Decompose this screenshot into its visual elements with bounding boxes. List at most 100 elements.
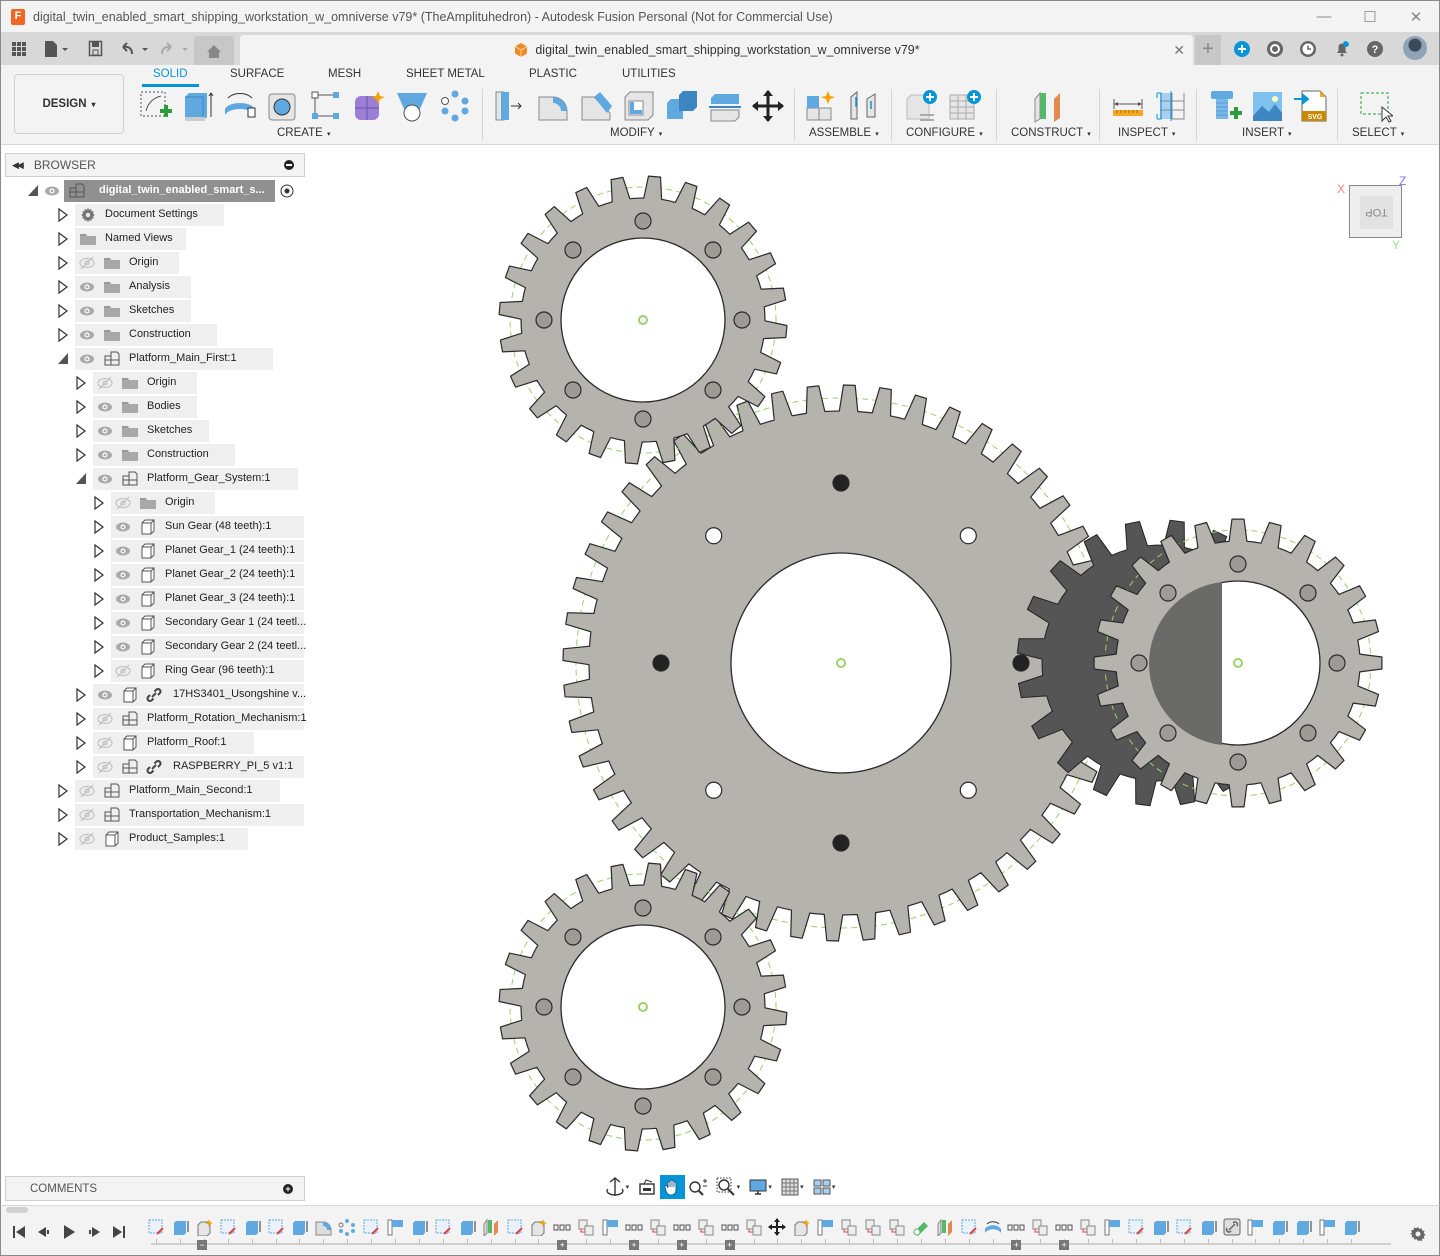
timeline-extrude-icon[interactable]: [1199, 1218, 1217, 1236]
hidden-eye-icon[interactable]: [79, 256, 95, 270]
visibility-eye-icon[interactable]: [115, 568, 131, 582]
hidden-eye-icon[interactable]: [97, 736, 113, 750]
viewports-button[interactable]: ▾: [808, 1175, 840, 1199]
insert-canvas-icon[interactable]: [1251, 89, 1285, 123]
combine-icon[interactable]: [665, 89, 699, 123]
visibility-eye-icon[interactable]: [97, 472, 113, 486]
browser-item[interactable]: Platform_Rotation_Mechanism:1: [0, 708, 310, 730]
timeline-flag-icon[interactable]: [386, 1218, 404, 1236]
activate-component-radio-icon[interactable]: [278, 183, 296, 199]
fillet-icon[interactable]: [536, 89, 570, 123]
timeline-extrude-icon[interactable]: [243, 1218, 261, 1236]
timeline-flag-icon[interactable]: [1246, 1218, 1264, 1236]
collapsed-triangle-icon[interactable]: [93, 564, 105, 586]
collapsed-triangle-icon[interactable]: [57, 300, 69, 322]
timeline-sketch-icon[interactable]: [147, 1218, 165, 1236]
browser-item[interactable]: Document Settings: [0, 204, 310, 226]
file-menu-icon[interactable]: [43, 39, 71, 59]
collapsed-triangle-icon[interactable]: [75, 708, 87, 730]
timeline-plane-icon[interactable]: [936, 1218, 954, 1236]
browser-item[interactable]: Planet Gear_2 (24 teeth):1: [0, 564, 310, 586]
collapsed-triangle-icon[interactable]: [75, 420, 87, 442]
notifications-bell-icon[interactable]: [1333, 40, 1351, 58]
collapsed-triangle-icon[interactable]: [93, 636, 105, 658]
measure-icon[interactable]: [1111, 89, 1145, 123]
hidden-eye-icon[interactable]: [79, 808, 95, 822]
inspect-menu[interactable]: INSPECT ▾: [1118, 127, 1175, 139]
visibility-eye-icon[interactable]: [97, 424, 113, 438]
timeline-component-op-icon[interactable]: [697, 1218, 715, 1236]
browser-item[interactable]: Platform_Main_First:1: [0, 348, 310, 370]
browser-item[interactable]: Construction: [0, 444, 310, 466]
timeline-flag-icon[interactable]: [1103, 1218, 1121, 1236]
window-select-icon[interactable]: [1359, 89, 1393, 123]
timeline-component-op-icon[interactable]: [577, 1218, 595, 1236]
browser-item[interactable]: Origin: [0, 492, 310, 514]
collapsed-triangle-icon[interactable]: [57, 204, 69, 226]
collapsed-triangle-icon[interactable]: [93, 540, 105, 562]
hidden-eye-icon[interactable]: [115, 664, 131, 678]
orbit-button[interactable]: ▾: [600, 1175, 634, 1199]
redo-icon[interactable]: [159, 39, 191, 59]
collapsed-triangle-icon[interactable]: [75, 684, 87, 706]
comments-panel[interactable]: COMMENTS +: [5, 1176, 305, 1201]
timeline-extrude-icon[interactable]: [290, 1218, 308, 1236]
select-menu[interactable]: SELECT ▾: [1352, 127, 1404, 139]
insert-mcmaster-icon[interactable]: [1209, 89, 1243, 123]
help-icon[interactable]: ?: [1366, 40, 1384, 58]
clock-icon[interactable]: [1299, 40, 1317, 58]
timeline-sketch-icon[interactable]: [506, 1218, 524, 1236]
create-form-icon[interactable]: [352, 89, 386, 123]
hidden-eye-icon[interactable]: [97, 760, 113, 774]
configure-menu[interactable]: CONFIGURE ▾: [906, 127, 983, 139]
timeline-flag-icon[interactable]: [1318, 1218, 1336, 1236]
create-menu[interactable]: CREATE ▾: [277, 127, 331, 139]
offset-plane-icon[interactable]: [1032, 89, 1066, 123]
timeline-settings-gear-icon[interactable]: [1410, 1226, 1426, 1242]
browser-item[interactable]: Sketches: [0, 420, 310, 442]
tab-plastic[interactable]: PLASTIC: [529, 68, 577, 80]
timeline-flag-icon[interactable]: [601, 1218, 619, 1236]
visibility-eye-icon[interactable]: [115, 592, 131, 606]
revolve-icon[interactable]: [223, 89, 257, 123]
design-viewport[interactable]: [310, 147, 1438, 1172]
browser-item[interactable]: 17HS3401_Usongshine v...: [0, 684, 310, 706]
browser-item[interactable]: Platform_Gear_System:1: [0, 468, 310, 490]
tab-surface[interactable]: SURFACE: [230, 68, 284, 80]
timeline-extrude-icon[interactable]: [410, 1218, 428, 1236]
timeline-group-expand-button[interactable]: +: [1011, 1240, 1022, 1250]
collapsed-triangle-icon[interactable]: [57, 804, 69, 826]
assemble-menu[interactable]: ASSEMBLE ▾: [809, 127, 879, 139]
grid-snaps-button[interactable]: ▾: [777, 1175, 809, 1199]
insert-svg-icon[interactable]: SVG: [1294, 89, 1328, 123]
timeline-extrude-icon[interactable]: [1342, 1218, 1360, 1236]
add-comment-icon[interactable]: +: [283, 1184, 293, 1194]
timeline-group-collapse-button[interactable]: −: [197, 1240, 207, 1250]
insert-menu[interactable]: INSERT ▾: [1242, 127, 1291, 139]
timeline-component-op-icon[interactable]: [649, 1218, 667, 1236]
visibility-eye-icon[interactable]: [115, 544, 131, 558]
timeline-new-component-icon[interactable]: [792, 1218, 811, 1236]
timeline-extrude-icon[interactable]: [458, 1218, 476, 1236]
timeline-component-op-icon[interactable]: [1079, 1218, 1097, 1236]
browser-root-item[interactable]: digital_twin_enabled_smart_s...: [0, 180, 310, 202]
timeline-group-expand-button[interactable]: +: [629, 1240, 639, 1250]
section-analysis-icon[interactable]: [1154, 89, 1188, 123]
chamfer-icon[interactable]: [579, 89, 613, 123]
collapsed-triangle-icon[interactable]: [75, 444, 87, 466]
timeline-extrude-icon[interactable]: [1151, 1218, 1169, 1236]
rectangular-pattern-icon[interactable]: [309, 89, 343, 123]
visibility-eye-icon[interactable]: [79, 328, 95, 342]
timeline-move-icon[interactable]: [768, 1218, 787, 1236]
timeline-group-expand-button[interactable]: +: [676, 1240, 687, 1250]
view-cube[interactable]: TOP: [1349, 185, 1402, 238]
hidden-eye-icon[interactable]: [97, 376, 113, 390]
display-settings-button[interactable]: ▾: [745, 1175, 777, 1199]
timeline-component-op-icon[interactable]: [864, 1218, 882, 1236]
timeline-sketch-icon[interactable]: [960, 1218, 978, 1236]
timeline-sketch-icon[interactable]: [362, 1218, 380, 1236]
collapsed-triangle-icon[interactable]: [75, 372, 87, 394]
timeline-group-icon[interactable]: [721, 1218, 739, 1236]
browser-item[interactable]: Ring Gear (96 teeth):1: [0, 660, 310, 682]
visibility-eye-icon[interactable]: [97, 688, 113, 702]
